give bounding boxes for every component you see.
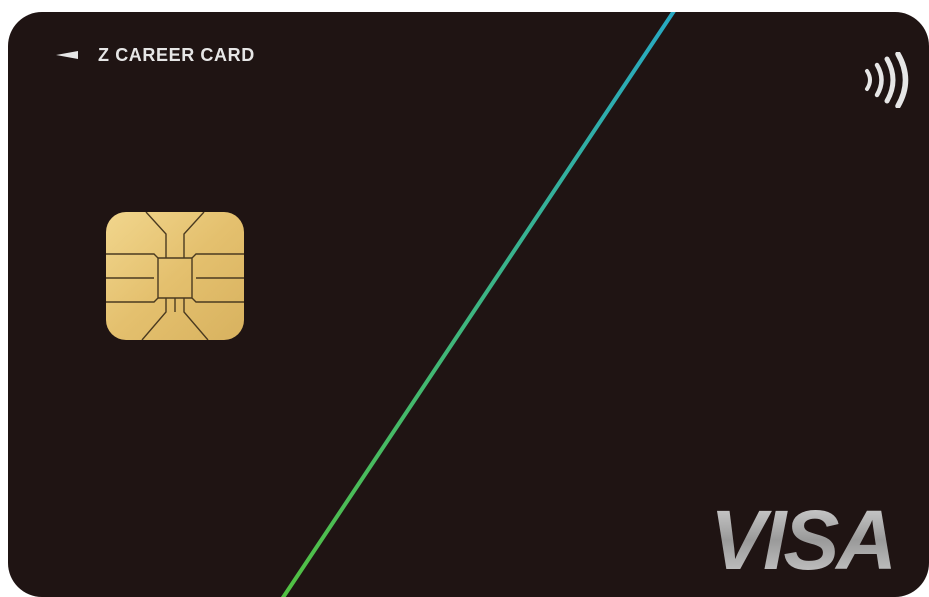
card-brand: Z CAREER CARD (56, 42, 255, 68)
credit-card: Z CAREER CARD VISA (8, 12, 929, 597)
left-arrow-icon (56, 51, 78, 59)
contactless-icon (865, 52, 909, 108)
emv-chip-icon (106, 212, 244, 340)
network-name: VISA (710, 497, 894, 577)
brand-name: Z CAREER CARD (98, 44, 255, 65)
visa-logo: VISA (710, 497, 897, 577)
